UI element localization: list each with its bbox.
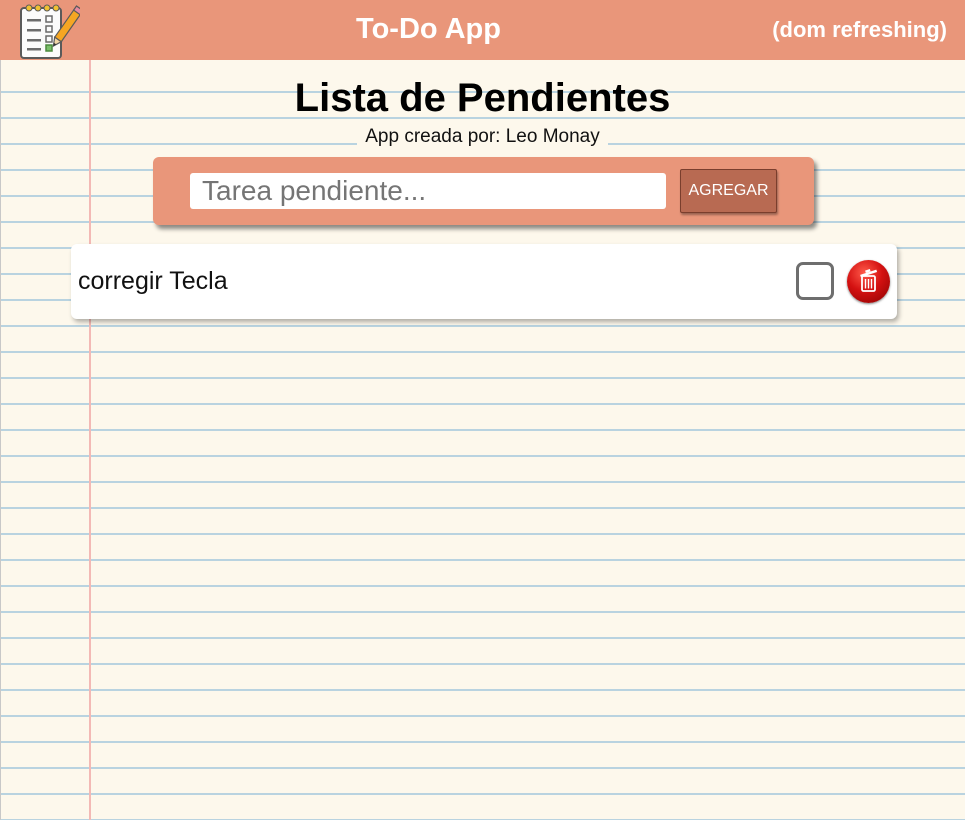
page-left-edge bbox=[0, 60, 1, 820]
task-text: corregir Tecla bbox=[78, 267, 228, 295]
task-item: corregir Tecla bbox=[71, 244, 897, 319]
add-task-button[interactable]: AGREGAR bbox=[680, 169, 777, 213]
credit-container: App creada por: Leo Monay bbox=[0, 124, 965, 150]
author-credit: App creada por: Leo Monay bbox=[357, 124, 608, 150]
add-task-form: AGREGAR bbox=[153, 157, 814, 225]
task-input[interactable] bbox=[190, 173, 666, 209]
delete-task-button[interactable] bbox=[847, 260, 890, 303]
notebook-margin-line bbox=[89, 60, 91, 820]
task-list: corregir Tecla bbox=[71, 244, 897, 319]
checkbox-empty-icon[interactable] bbox=[796, 262, 834, 300]
page-title: Lista de Pendientes bbox=[294, 76, 671, 120]
header-status-note: (dom refreshing) bbox=[772, 17, 947, 42]
app-header: To-Do App (dom refreshing) bbox=[0, 0, 965, 60]
trash-icon bbox=[860, 269, 878, 292]
